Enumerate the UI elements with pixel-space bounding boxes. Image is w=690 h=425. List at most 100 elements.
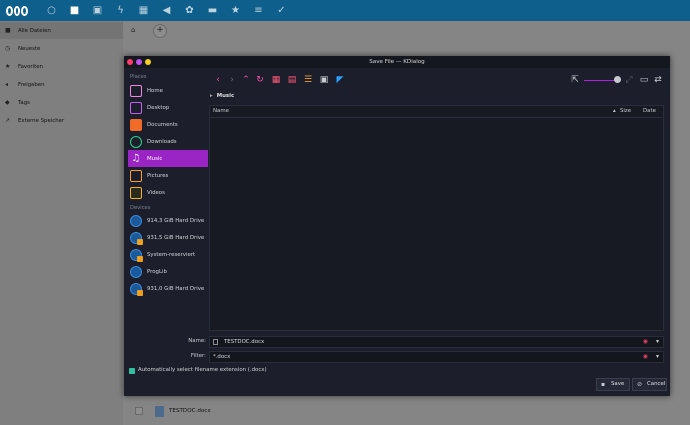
preview-icon[interactable]: ▣ xyxy=(319,75,329,85)
place-home[interactable]: Home xyxy=(128,82,208,99)
place-music[interactable]: ♫ Music xyxy=(128,150,208,167)
settings-icon[interactable]: ✿ xyxy=(178,3,201,18)
location-breadcrumb[interactable]: ▸ Music xyxy=(210,93,234,99)
document-icon xyxy=(155,405,164,417)
place-931-5-gib-hard-drive[interactable]: 931,5 GiB Hard Drive xyxy=(128,229,208,246)
background-file-row[interactable]: TESTDOC.docx xyxy=(135,404,211,418)
cancel-button[interactable]: ⊘ Cancel xyxy=(632,378,667,391)
place-label: Pictures xyxy=(147,172,169,179)
cancel-icon: ⊘ xyxy=(637,381,643,388)
calendar-icon[interactable]: ▦ xyxy=(132,3,155,18)
bookmark-icon[interactable]: ◤ xyxy=(335,75,345,85)
options-icon[interactable]: ⇄ xyxy=(653,75,663,85)
home-icon[interactable]: ⌂ xyxy=(131,26,139,34)
place-proglib[interactable]: ProgLib xyxy=(128,263,208,280)
save-button[interactable]: ▪ Save xyxy=(596,378,630,391)
close-window-button[interactable] xyxy=(127,59,133,65)
sidebar-item-label: Neueste xyxy=(18,45,41,52)
column-size[interactable]: Size xyxy=(620,108,631,114)
icons-view-icon[interactable]: ▦ xyxy=(271,75,281,85)
zoom-icon[interactable]: ⇱ xyxy=(570,75,580,85)
place-label: System-reserviert xyxy=(147,251,196,258)
sidebar-item-externe-speicher[interactable]: ↗ Externe Speicher xyxy=(0,112,123,129)
activity-icon[interactable]: ϟ xyxy=(109,3,132,18)
drive-icon xyxy=(130,282,143,296)
top-app-bar: ○ ■ ▣ ϟ ▦ ◀ ✿ ▬ ★ ≡ ✓ xyxy=(0,0,690,21)
new-folder-icon[interactable]: ▭ xyxy=(639,75,649,85)
sidebar-item-tags[interactable]: ◆ Tags xyxy=(0,94,123,111)
drive-icon xyxy=(130,214,142,227)
zoom-reset-icon[interactable]: ⤢ xyxy=(624,75,634,85)
place-label: Music xyxy=(147,155,163,162)
name-label: Name: xyxy=(188,338,206,344)
breadcrumb-arrow-icon: ▸ xyxy=(210,93,213,99)
sidebar-item-freigaben[interactable]: ◂ Freigaben xyxy=(0,76,123,93)
reload-icon[interactable]: ↻ xyxy=(255,75,265,85)
nextcloud-logo-icon[interactable] xyxy=(6,4,29,17)
tag-icon: ◆ xyxy=(5,98,10,106)
place-label: Desktop xyxy=(147,104,170,111)
external-icon: ↗ xyxy=(5,116,11,124)
star-icon[interactable]: ★ xyxy=(224,3,247,18)
breadcrumb-folder: Music xyxy=(216,93,235,99)
clear-filter-icon[interactable]: ◉ xyxy=(643,352,648,362)
image-icon[interactable]: ▣ xyxy=(86,3,109,18)
sidebar-item-label: Tags xyxy=(18,99,30,106)
place-label: Videos xyxy=(147,189,165,196)
place-documents[interactable]: Documents xyxy=(128,116,208,133)
dashboard-icon[interactable]: ○ xyxy=(40,3,63,18)
clear-name-icon[interactable]: ◉ xyxy=(643,337,648,347)
place-system-reserviert[interactable]: System-reserviert xyxy=(128,246,208,263)
place-914-3-gib-hard-drive[interactable]: 914,3 GiB Hard Drive xyxy=(128,212,208,229)
sidebar-item-favoriten[interactable]: ★ Favoriten xyxy=(0,58,123,75)
parent-folder-icon[interactable]: ⌃ xyxy=(241,75,251,85)
places-panel: Places Devices Home Desktop Documents Downl… xyxy=(128,70,208,301)
sidebar-item-neueste[interactable]: ◷ Neueste xyxy=(0,40,123,57)
add-button[interactable]: + xyxy=(153,24,167,38)
files-sidebar: ■ Alle Dateien ◷ Neueste ★ Favoriten ◂ Freigabe… xyxy=(0,21,123,425)
compact-view-icon[interactable]: ▤ xyxy=(287,75,297,85)
save-button-label: Save xyxy=(611,381,625,387)
name-dropdown-icon[interactable]: ▾ xyxy=(656,337,659,347)
place-downloads[interactable]: Downloads xyxy=(128,133,208,150)
auto-extension-checkbox[interactable] xyxy=(129,368,135,374)
downloads-icon xyxy=(130,135,142,148)
detail-view-icon[interactable]: ☰ xyxy=(303,75,313,85)
column-name[interactable]: Name xyxy=(213,108,229,114)
home-icon xyxy=(130,84,142,97)
filter-dropdown-icon[interactable]: ▾ xyxy=(656,352,659,362)
file-icon xyxy=(213,339,218,345)
places-header: Places xyxy=(130,74,147,80)
back-icon[interactable]: ‹ xyxy=(213,75,223,85)
file-checkbox[interactable] xyxy=(135,407,143,415)
pictures-icon xyxy=(130,169,142,182)
column-date[interactable]: Date xyxy=(643,108,656,114)
place-pictures[interactable]: Pictures xyxy=(128,167,208,184)
zoom-slider-handle[interactable] xyxy=(614,76,621,83)
sidebar-item-alle-dateien[interactable]: ■ Alle Dateien xyxy=(0,22,123,39)
folder-icon: ■ xyxy=(5,26,11,34)
devices-header: Devices xyxy=(130,205,151,211)
place-desktop[interactable]: Desktop xyxy=(128,99,208,116)
place-videos[interactable]: Videos xyxy=(128,184,208,201)
filter-field[interactable]: *.docx ◉ ▾ xyxy=(209,351,664,363)
briefcase-icon[interactable]: ▬ xyxy=(201,3,224,18)
place-931-0-gib-hard-drive[interactable]: 931,0 GiB Hard Drive xyxy=(128,280,208,297)
place-label: Downloads xyxy=(147,138,177,145)
drive-icon xyxy=(130,265,142,278)
folder-icon[interactable]: ■ xyxy=(63,3,86,18)
place-label: 931,5 GiB Hard Drive xyxy=(147,234,205,241)
file-list[interactable]: Name ▴ Size Date xyxy=(209,105,664,331)
maximize-window-button[interactable] xyxy=(145,59,151,65)
sidebar-item-label: Favoriten xyxy=(18,63,43,70)
minimize-window-button[interactable] xyxy=(136,59,142,65)
app-menu: ○ ■ ▣ ϟ ▦ ◀ ✿ ▬ ★ ≡ ✓ xyxy=(40,3,293,18)
forward-icon[interactable]: › xyxy=(227,75,237,85)
tasks-icon[interactable]: ≡ xyxy=(247,3,270,18)
music-icon[interactable]: ◀ xyxy=(155,3,178,18)
filter-value: *.docx xyxy=(213,354,231,360)
place-label: 931,0 GiB Hard Drive xyxy=(147,285,205,292)
check-icon[interactable]: ✓ xyxy=(270,3,293,18)
save-icon: ▪ xyxy=(601,381,606,388)
filename-field[interactable]: TESTDOC.docx ◉ ▾ xyxy=(209,336,664,348)
